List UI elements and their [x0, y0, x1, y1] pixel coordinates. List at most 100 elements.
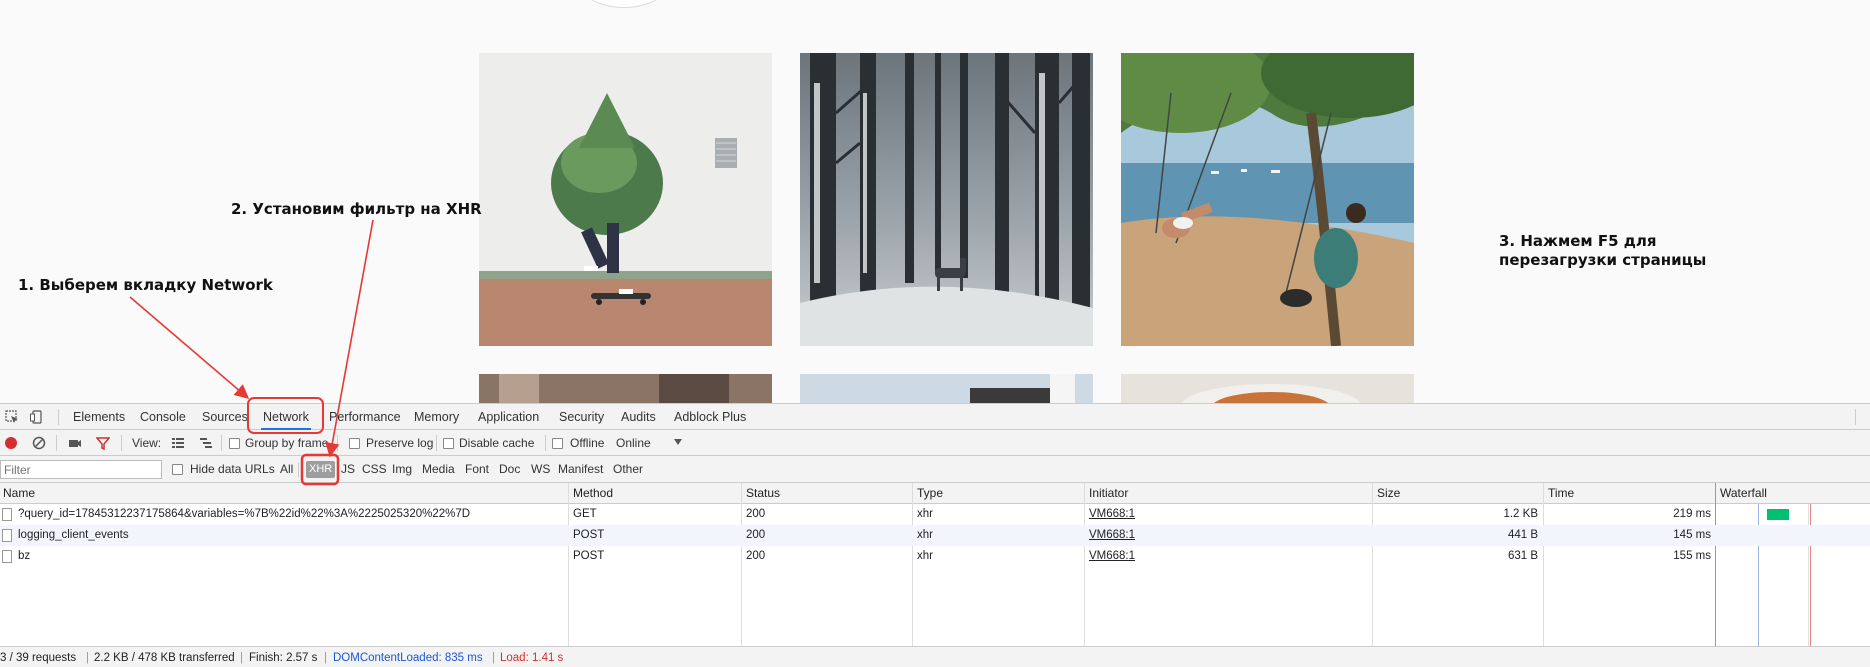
photo-row2-1[interactable] — [479, 374, 772, 403]
photo-tree-skateboard[interactable] — [479, 53, 772, 346]
toolbar-divider — [545, 435, 546, 451]
filter-type-manifest[interactable]: Manifest — [558, 456, 603, 483]
filter-type-img[interactable]: Img — [392, 456, 412, 483]
profile-avatar[interactable] — [578, 0, 670, 8]
tab-divider — [58, 409, 59, 425]
preserve-log-checkbox[interactable] — [349, 438, 360, 449]
column-size[interactable]: Size — [1374, 483, 1400, 504]
photo-row2-2[interactable] — [800, 374, 1093, 403]
request-count: 3 / 39 requests — [0, 652, 77, 664]
transferred-size: 2.2 KB / 478 KB transferred — [94, 652, 235, 664]
group-by-frame-label: Group by frame — [245, 436, 329, 450]
request-name[interactable]: bz — [18, 546, 566, 567]
record-icon[interactable] — [4, 436, 18, 450]
network-toolbar: View: Group by frame Preserve log Disabl… — [0, 430, 1870, 456]
status-separator: | — [492, 652, 495, 664]
dom-content-loaded-time: DOMContentLoaded: 835 ms — [333, 652, 483, 664]
toolbar-divider — [337, 435, 338, 451]
waterfall-bar[interactable] — [1767, 509, 1789, 520]
camera-icon[interactable] — [68, 436, 82, 450]
annotation-step-1: 1. Выберем вкладку Network — [18, 276, 273, 294]
group-by-frame-checkbox[interactable] — [229, 438, 240, 449]
offline-label: Offline — [570, 436, 605, 450]
devtools-panel: Elements Console Sources Network Perform… — [0, 403, 1870, 667]
filter-input[interactable] — [0, 460, 162, 479]
request-size: 441 B — [1507, 529, 1538, 541]
filter-icon[interactable] — [96, 436, 110, 450]
throttling-select[interactable]: Online — [616, 430, 651, 456]
request-status: 200 — [746, 529, 766, 541]
toolbar-divider — [221, 435, 222, 451]
request-size: 631 B — [1507, 550, 1538, 562]
tab-performance[interactable]: Performance — [327, 404, 403, 430]
offline-checkbox[interactable] — [552, 438, 563, 449]
request-initiator-link[interactable]: VM668:1 — [1089, 525, 1135, 546]
column-status[interactable]: Status — [743, 483, 780, 504]
photo-snowy-forest[interactable] — [800, 53, 1093, 346]
tab-memory[interactable]: Memory — [412, 404, 461, 430]
filter-type-ws[interactable]: WS — [531, 456, 550, 483]
tab-adblock-plus[interactable]: Adblock Plus — [672, 404, 748, 430]
tab-elements[interactable]: Elements — [71, 404, 127, 430]
request-initiator-link[interactable]: VM668:1 — [1089, 546, 1135, 567]
load-time: Load: 1.41 s — [500, 652, 564, 664]
filter-type-xhr[interactable]: XHR — [306, 461, 336, 478]
request-size: 1.2 KB — [1503, 508, 1538, 520]
request-initiator-link[interactable]: VM668:1 — [1089, 504, 1135, 525]
request-type: xhr — [917, 508, 933, 520]
column-type[interactable]: Type — [914, 483, 943, 504]
tab-bar-end-divider — [1855, 409, 1856, 425]
request-name[interactable]: logging_client_events — [18, 525, 566, 546]
tab-security[interactable]: Security — [557, 404, 606, 430]
network-status-bar: 3 / 39 requests | 2.2 KB / 478 KB transf… — [0, 646, 1870, 667]
triangle-down-icon[interactable] — [673, 437, 683, 447]
column-initiator[interactable]: Initiator — [1086, 483, 1128, 504]
web-page: 1. Выберем вкладку Network 2. Установим … — [0, 0, 1870, 403]
request-method: POST — [573, 550, 605, 562]
filter-type-doc[interactable]: Doc — [499, 456, 520, 483]
request-time: 219 ms — [1673, 508, 1711, 520]
overview-icon[interactable] — [199, 436, 213, 450]
column-waterfall[interactable]: Waterfall — [1717, 483, 1767, 504]
tab-application[interactable]: Application — [476, 404, 541, 430]
finish-time: Finish: 2.57 s — [249, 652, 318, 664]
table-row[interactable]: ?query_id=17845312237175864&variables=%7… — [0, 504, 1870, 525]
request-name[interactable]: ?query_id=17845312237175864&variables=%7… — [18, 504, 566, 525]
toolbar-divider — [56, 435, 57, 451]
view-label: View: — [132, 436, 162, 450]
photo-row2-3[interactable] — [1121, 374, 1414, 403]
photo-beach-swing[interactable] — [1121, 53, 1414, 346]
column-name[interactable]: Name — [0, 483, 35, 504]
filter-type-all[interactable]: All — [280, 456, 293, 483]
filter-type-js[interactable]: JS — [341, 456, 355, 483]
table-header: Name Method Status Type Initiator Size T… — [0, 483, 1870, 504]
file-icon — [2, 550, 12, 563]
hide-data-urls-label: Hide data URLs — [190, 462, 275, 476]
large-rows-icon[interactable] — [171, 436, 185, 450]
annotation-step-3: 3. Нажмем F5 для перезагрузки страницы — [1499, 232, 1707, 269]
table-row[interactable]: logging_client_events POST 200 xhr VM668… — [0, 525, 1870, 546]
column-method[interactable]: Method — [570, 483, 613, 504]
table-row[interactable]: bz POST 200 xhr VM668:1 631 B 155 ms — [0, 546, 1870, 567]
preserve-log-label: Preserve log — [366, 436, 434, 450]
filter-type-font[interactable]: Font — [465, 456, 489, 483]
request-type: xhr — [917, 550, 933, 562]
filter-divider — [298, 462, 299, 477]
disable-cache-checkbox[interactable] — [443, 438, 454, 449]
filter-type-media[interactable]: Media — [422, 456, 455, 483]
tab-console[interactable]: Console — [138, 404, 188, 430]
device-toolbar-icon[interactable] — [30, 410, 44, 424]
tab-audits[interactable]: Audits — [619, 404, 658, 430]
request-time: 145 ms — [1673, 529, 1711, 541]
status-separator: | — [240, 652, 243, 664]
tab-sources[interactable]: Sources — [200, 404, 250, 430]
filter-type-css[interactable]: CSS — [362, 456, 387, 483]
request-time: 155 ms — [1673, 550, 1711, 562]
filter-type-other[interactable]: Other — [613, 456, 643, 483]
column-time[interactable]: Time — [1545, 483, 1574, 504]
hide-data-urls-checkbox[interactable] — [172, 464, 183, 475]
clear-icon[interactable] — [32, 436, 46, 450]
annotation-step-2: 2. Установим фильтр на XHR — [231, 200, 482, 218]
inspect-element-icon[interactable] — [5, 410, 19, 424]
tab-network[interactable]: Network — [261, 404, 311, 430]
